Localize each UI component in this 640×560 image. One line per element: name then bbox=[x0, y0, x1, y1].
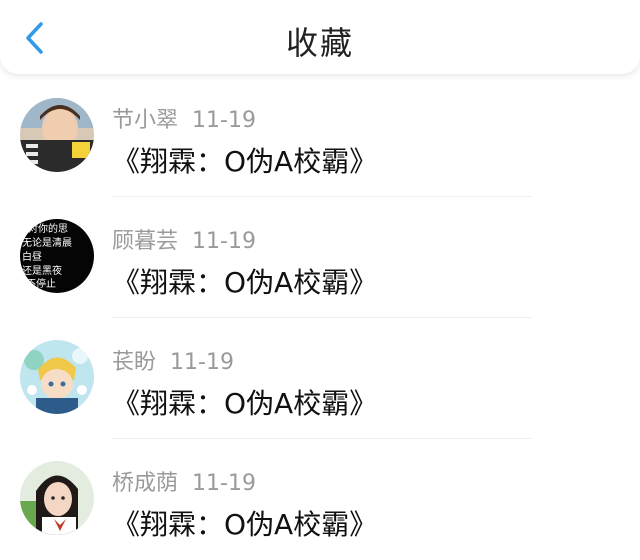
user-name: 桥成荫 bbox=[112, 471, 179, 496]
item-time: 11-19 bbox=[192, 229, 256, 254]
user-name: 节小翠 bbox=[112, 108, 179, 133]
book-title[interactable]: 《翔霖：O伪A校霸》 bbox=[112, 503, 377, 543]
avatar-photo bbox=[20, 461, 94, 535]
list-item[interactable]: 节小翠 11-19 《翔霖：O伪A校霸》 bbox=[0, 76, 640, 197]
item-meta: 节小翠 11-19 bbox=[112, 102, 256, 134]
user-name: 苌盼 bbox=[112, 350, 157, 375]
favorites-list: 节小翠 11-19 《翔霖：O伪A校霸》 对你的思 无论是清晨 白昼 还是黑夜 不… bbox=[0, 76, 640, 560]
list-item[interactable]: 桥成荫 11-19 《翔霖：O伪A校霸》 bbox=[0, 439, 640, 560]
avatar[interactable] bbox=[20, 461, 94, 535]
avatar-text-line: 不停止 bbox=[26, 277, 56, 290]
page-title: 收藏 bbox=[285, 24, 354, 62]
book-title[interactable]: 《翔霖：O伪A校霸》 bbox=[112, 140, 377, 180]
avatar[interactable]: 对你的思 无论是清晨 白昼 还是黑夜 不停止 bbox=[20, 219, 94, 293]
avatar-text-line: 白昼 bbox=[22, 250, 42, 263]
item-meta: 顾暮芸 11-19 bbox=[112, 223, 256, 255]
avatar[interactable] bbox=[20, 98, 94, 172]
list-item[interactable]: 对你的思 无论是清晨 白昼 还是黑夜 不停止 顾暮芸 11-19 《翔霖：O伪A校… bbox=[0, 197, 640, 318]
avatar-photo bbox=[20, 98, 94, 172]
book-title[interactable]: 《翔霖：O伪A校霸》 bbox=[112, 382, 377, 422]
avatar-text-line: 还是黑夜 bbox=[22, 264, 62, 277]
item-time: 11-19 bbox=[192, 471, 256, 496]
avatar-anime-image bbox=[20, 340, 94, 414]
user-name: 顾暮芸 bbox=[112, 229, 179, 254]
item-meta: 苌盼 11-19 bbox=[112, 344, 234, 376]
avatar-text-image: 对你的思 无论是清晨 白昼 还是黑夜 不停止 bbox=[20, 219, 94, 293]
top-nav-bar: 收藏 bbox=[0, 0, 640, 74]
avatar[interactable] bbox=[20, 340, 94, 414]
item-meta: 桥成荫 11-19 bbox=[112, 465, 256, 497]
list-item[interactable]: 苌盼 11-19 《翔霖：O伪A校霸》 bbox=[0, 318, 640, 439]
avatar-text-line: 对你的思 bbox=[28, 222, 68, 235]
book-title[interactable]: 《翔霖：O伪A校霸》 bbox=[112, 261, 377, 301]
item-time: 11-19 bbox=[170, 350, 234, 375]
item-time: 11-19 bbox=[192, 108, 256, 133]
avatar-text-line: 无论是清晨 bbox=[22, 236, 72, 249]
